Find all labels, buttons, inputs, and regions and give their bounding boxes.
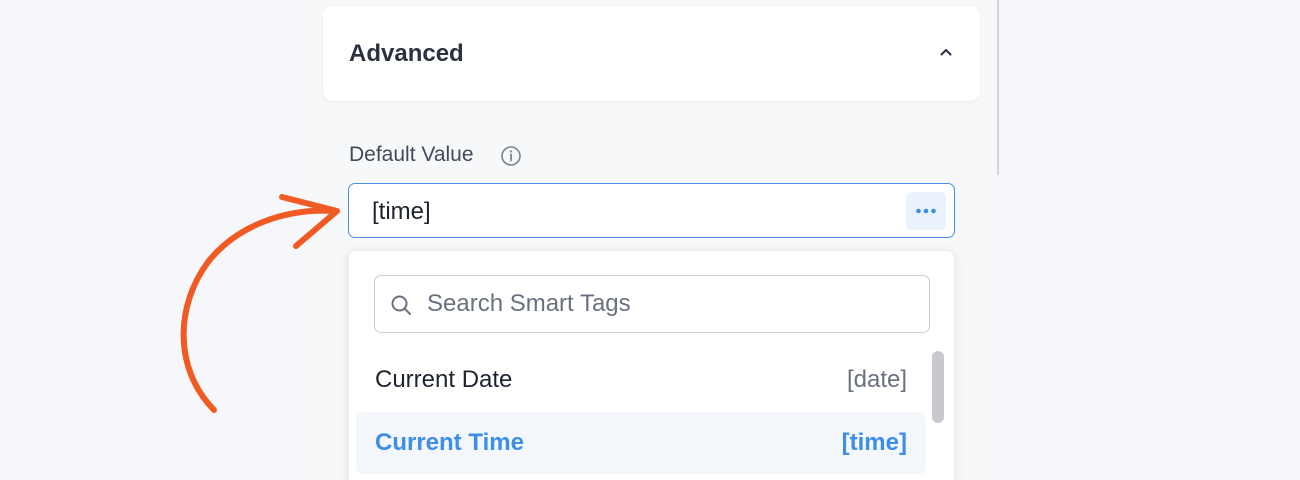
panel-divider xyxy=(997,0,999,175)
advanced-section-header[interactable]: Advanced xyxy=(323,6,980,101)
smart-tags-dropdown: Current Date [date] Current Time [time] xyxy=(348,250,955,480)
smart-tag-current-date[interactable]: Current Date [date] xyxy=(356,349,926,411)
smart-tag-list: Current Date [date] Current Time [time] xyxy=(356,349,926,475)
tag-code: [time] xyxy=(841,429,907,456)
default-value-text: [time] xyxy=(372,198,431,225)
smart-tag-search[interactable] xyxy=(374,275,930,333)
default-value-label: Default Value xyxy=(349,143,474,166)
tag-name: Current Time xyxy=(375,429,524,456)
screen: Advanced Default Value [time] Search Sma… xyxy=(0,0,1300,480)
default-value-field[interactable]: [time] xyxy=(348,183,955,238)
dropdown-scrollbar[interactable] xyxy=(932,351,944,423)
smart-tags-button[interactable] xyxy=(906,192,946,230)
more-horizontal-icon xyxy=(916,208,936,214)
smart-tag-search-input[interactable] xyxy=(427,276,917,332)
info-circle-icon[interactable] xyxy=(500,145,522,167)
smart-tag-current-time[interactable]: Current Time [time] xyxy=(356,412,926,474)
search-icon xyxy=(389,293,413,317)
tag-code: [date] xyxy=(846,366,907,393)
tag-name: Current Date xyxy=(375,366,513,393)
section-title: Advanced xyxy=(349,40,464,67)
chevron-up-icon[interactable] xyxy=(938,44,954,60)
curved-arrow-icon xyxy=(180,194,340,413)
